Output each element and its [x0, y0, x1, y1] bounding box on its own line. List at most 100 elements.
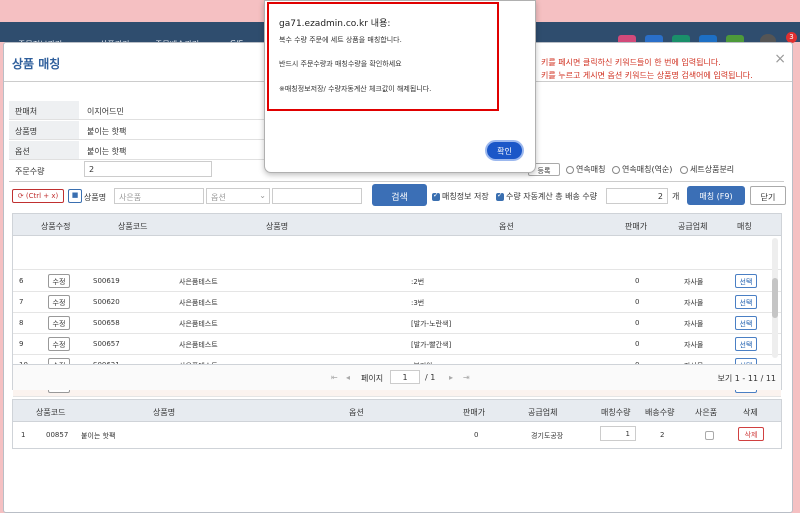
table-row: 1 00857 붙이는 핫팩 0 경기도공장 1 2 삭제 [13, 422, 781, 448]
search-button[interactable]: 검색 [372, 184, 427, 206]
set-split-radio[interactable] [680, 165, 688, 174]
supplier: 자사몰 [684, 341, 704, 349]
row-number: 7 [19, 298, 24, 306]
pager-next-icon[interactable]: ▸ [449, 373, 453, 382]
auto-qty-option[interactable]: 수량 자동계산 총 배송 수량 [496, 191, 597, 202]
continuous-reverse-radio[interactable] [612, 165, 620, 174]
table-row: 6 S00619 사은품테스트:2번 0 자사몰 수정 선택 [13, 271, 781, 292]
row-number: 1 [21, 431, 26, 439]
col-header: 상품명 [266, 222, 289, 231]
delete-button[interactable]: 삭제 [738, 427, 764, 441]
col-header: 매칭 [737, 222, 752, 231]
save-match-option[interactable]: 매칭정보 저장 [432, 191, 489, 202]
refresh-button[interactable]: ⟳ (Ctrl + x) [12, 189, 64, 203]
col-header: 상품코드 [36, 408, 66, 417]
total-qty-input[interactable]: 2 [606, 188, 668, 204]
unit-label: 개 [672, 192, 680, 201]
stop-icon[interactable]: ■ [68, 189, 82, 203]
option-text: :3번 [411, 299, 425, 307]
seller-label: 판매처 [9, 101, 79, 119]
col-header: 공급업체 [528, 408, 558, 417]
table-header: 상품수정 상품코드 상품명 옵션 판매가 공급업체 매칭 [13, 214, 781, 236]
select-product-button[interactable]: 선택 [735, 337, 757, 351]
alert-title: ga71.ezadmin.co.kr 내용: [279, 19, 391, 29]
pager-total: / 1 [425, 373, 436, 382]
option-text: [발가-빨간색] [411, 341, 452, 349]
dialog-title: 상품 매칭 [12, 57, 61, 71]
table-scrollbar[interactable] [772, 238, 778, 358]
keyword-hint-line: 키를 페시면 클릭하신 키워드들이 한 번에 입력됩니다. [541, 58, 721, 67]
qty-label: 주문수량 [9, 161, 79, 179]
option-value: 붙이는 핫팩 [87, 147, 127, 156]
product-name-label: 상품명 [9, 121, 79, 139]
table-header: 상품코드 상품명 옵션 판매가 공급업체 매칭수량 배송수량 사은품 삭제 [13, 400, 781, 422]
scrollbar-thumb[interactable] [772, 278, 778, 318]
price: 0 [635, 298, 640, 306]
alert-message-line: 반드시 주문수량과 매칭수량을 확인하세요 [279, 60, 402, 68]
col-header: 공급업체 [678, 222, 708, 231]
auto-qty-checkbox[interactable] [496, 191, 504, 201]
edit-product-button[interactable]: 수정 [48, 274, 70, 288]
col-header: 상품코드 [118, 222, 148, 231]
edit-product-button[interactable]: 수정 [48, 295, 70, 309]
select-product-button[interactable]: 선택 [735, 295, 757, 309]
product-code: S00657 [93, 340, 120, 348]
price: 0 [635, 340, 640, 348]
extra-search-input[interactable] [272, 188, 362, 204]
edit-product-button[interactable]: 수정 [48, 316, 70, 330]
pager-last-icon[interactable]: ⇥ [463, 373, 470, 382]
match-button[interactable]: 매칭 (F9) [687, 186, 745, 205]
pager-first-icon[interactable]: ⇤ [331, 373, 338, 382]
pager-input[interactable]: 1 [390, 370, 420, 384]
row-number: 8 [19, 319, 24, 327]
continuous-match-reverse-option[interactable]: 연속매칭(역순) [612, 164, 672, 175]
supplier: 자사몰 [684, 320, 704, 328]
section-divider [9, 181, 784, 182]
pager-label: 페이지 [361, 374, 384, 383]
product-name: 사은품테스트 [179, 278, 218, 286]
product-name: 사은품테스트 [179, 341, 218, 349]
edit-product-button[interactable]: 수정 [48, 337, 70, 351]
col-header: 상품수정 [41, 222, 71, 231]
col-header: 옵션 [499, 222, 514, 231]
row-number: 6 [19, 277, 24, 285]
supplier: 경기도공장 [531, 432, 564, 440]
match-qty-input[interactable]: 1 [600, 426, 636, 441]
continuous-match-radio[interactable] [566, 165, 574, 174]
price: 0 [635, 319, 640, 327]
close-icon[interactable]: × [774, 51, 786, 67]
col-header: 판매가 [463, 408, 486, 417]
select-product-button[interactable]: 선택 [735, 274, 757, 288]
alert-ok-button[interactable]: 확인 [485, 140, 524, 161]
save-match-checkbox[interactable] [432, 191, 440, 201]
table-row: 8 S00658 사은품테스트 [발가-노란색] 0 자사몰 수정 선택 [13, 313, 781, 334]
refresh-icon: ⟳ [17, 192, 26, 200]
browser-alert-dialog: ga71.ezadmin.co.kr 내용: 복수 수량 주문에 세트 상품을 … [264, 0, 536, 173]
chevron-down-icon: ⌄ [259, 191, 266, 200]
pager-prev-icon[interactable]: ◂ [346, 373, 350, 382]
order-qty-input[interactable]: 2 [84, 161, 212, 177]
product-search-label: 상품명 [84, 193, 107, 202]
product-search-table: 상품수정 상품코드 상품명 옵션 판매가 공급업체 매칭 6 S00619 사은품테… [12, 213, 782, 397]
keyword-hint-line: 키를 누르고 게시면 옵션 키워드는 상품명 검색어에 입력됩니다. [541, 71, 753, 80]
product-code: S00658 [93, 319, 120, 327]
continuous-match-option[interactable]: 연속매칭 [566, 164, 605, 175]
product-name-value: 붙이는 핫팩 [87, 127, 127, 136]
table-row: 7 S00620 사은품테스트:3번 0 자사몰 수정 선택 [13, 292, 781, 313]
col-header: 옵션 [349, 408, 364, 417]
col-header: 매칭수량 [601, 408, 631, 417]
ship-qty: 2 [660, 431, 665, 439]
product-search-input[interactable]: 사은품 [114, 188, 204, 204]
select-product-button[interactable]: 선택 [735, 316, 757, 330]
supplier: 자사몰 [684, 278, 704, 286]
price: 0 [474, 431, 479, 439]
option-select[interactable]: 옵션 ⌄ [206, 188, 270, 204]
col-header: 삭제 [743, 408, 758, 417]
option-label: 옵션 [9, 141, 79, 159]
pager-bar: ⇤ ◂ 페이지 1 / 1 ▸ ⇥ 보기 1 - 11 / 11 [13, 364, 781, 390]
product-code: S00620 [93, 298, 120, 306]
set-split-option[interactable]: 세트상품분리 [680, 164, 734, 175]
close-button[interactable]: 닫기 [750, 186, 786, 205]
matched-product-table: 상품코드 상품명 옵션 판매가 공급업체 매칭수량 배송수량 사은품 삭제 1 … [12, 399, 782, 449]
gift-checkbox[interactable] [705, 431, 714, 440]
